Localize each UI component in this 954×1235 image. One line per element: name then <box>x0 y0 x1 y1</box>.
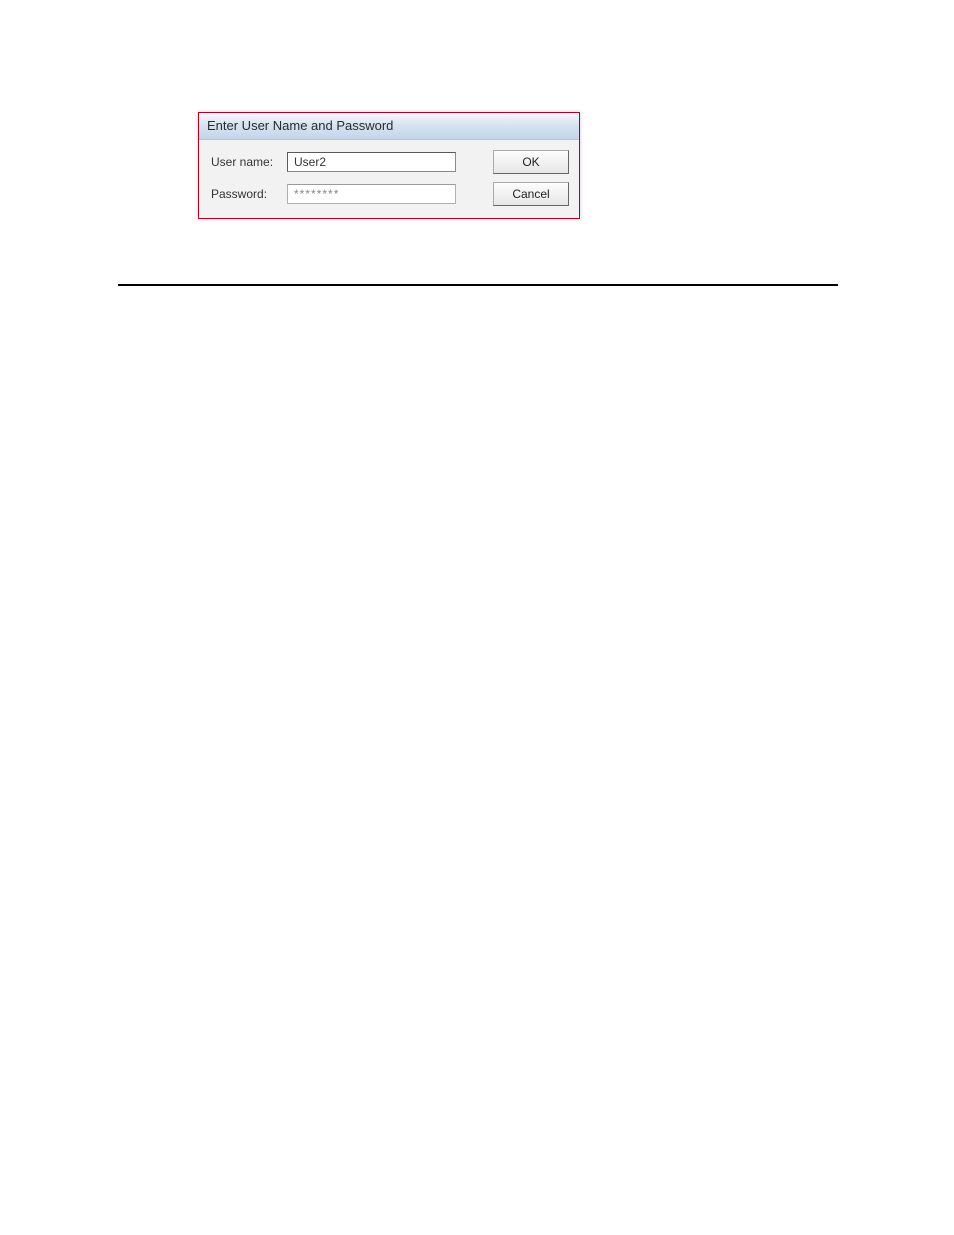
horizontal-divider <box>118 284 838 286</box>
username-input[interactable] <box>287 152 456 172</box>
dialog-titlebar: Enter User Name and Password <box>199 113 579 140</box>
password-input[interactable] <box>287 184 456 204</box>
cancel-button[interactable]: Cancel <box>493 182 569 206</box>
ok-button[interactable]: OK <box>493 150 569 174</box>
login-dialog: Enter User Name and Password User name: … <box>198 112 580 219</box>
dialog-title: Enter User Name and Password <box>207 118 393 133</box>
dialog-body: User name: OK Password: Cancel <box>199 140 579 218</box>
username-row: User name: OK <box>209 150 569 174</box>
username-label: User name: <box>209 155 287 169</box>
password-row: Password: Cancel <box>209 182 569 206</box>
password-label: Password: <box>209 187 287 201</box>
